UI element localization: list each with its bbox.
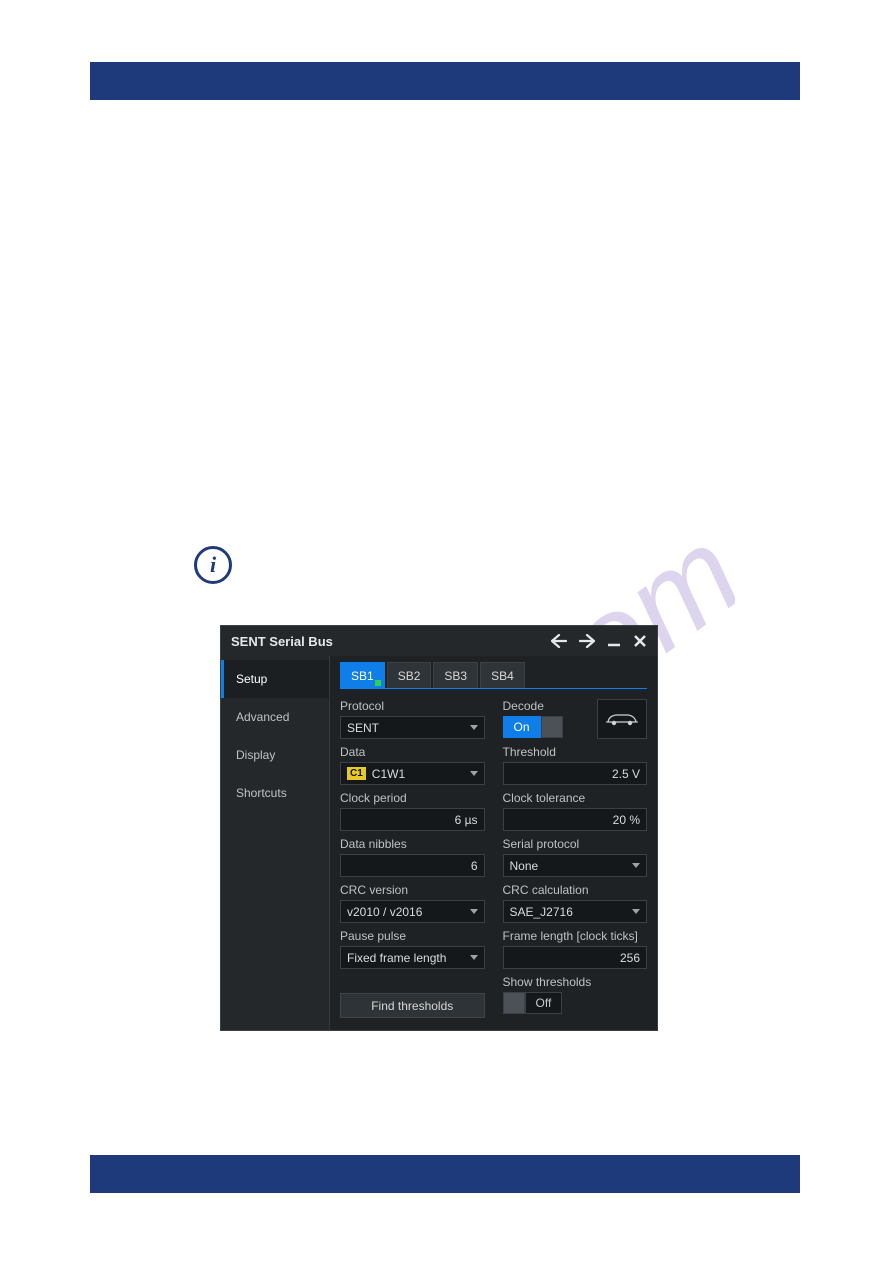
toggle-knob xyxy=(503,992,525,1014)
field-show-thresholds: Show thresholds Off xyxy=(503,975,648,1018)
dropdown-crc-calculation[interactable]: SAE_J2716 xyxy=(503,900,648,923)
input-value: 6 xyxy=(471,859,478,873)
input-value: 2.5 V xyxy=(612,767,640,781)
toggle-show-thresholds[interactable]: Off xyxy=(503,992,648,1014)
toggle-decode[interactable]: On xyxy=(503,716,563,738)
dropdown-value: v2010 / v2016 xyxy=(347,905,422,919)
channel-chip: C1 xyxy=(347,767,366,780)
dialog-sidenav: Setup Advanced Display Shortcuts xyxy=(221,656,329,1030)
dropdown-protocol[interactable]: SENT xyxy=(340,716,485,739)
tab-label: SB4 xyxy=(491,669,514,683)
back-icon[interactable] xyxy=(551,634,567,648)
tab-sb2[interactable]: SB2 xyxy=(387,662,432,688)
dropdown-data[interactable]: C1 C1W1 xyxy=(340,762,485,785)
sent-serial-bus-dialog: SENT Serial Bus Setup Advanced xyxy=(220,625,658,1031)
field-clock-period: Clock period 6 µs xyxy=(340,791,485,831)
dropdown-value: None xyxy=(510,859,539,873)
field-data: Data C1 C1W1 xyxy=(340,745,485,785)
sidenav-item-label: Advanced xyxy=(236,710,289,724)
field-protocol: Protocol SENT xyxy=(340,699,485,739)
toggle-decode-on: On xyxy=(503,716,541,738)
button-label: Find thresholds xyxy=(371,999,453,1013)
sidenav-item-label: Setup xyxy=(236,672,267,686)
dialog-titlebar: SENT Serial Bus xyxy=(221,626,657,656)
label-clock-period: Clock period xyxy=(340,791,485,805)
input-clock-tolerance[interactable]: 20 % xyxy=(503,808,648,831)
car-icon xyxy=(604,710,640,728)
dialog-content: SB1 SB2 SB3 SB4 Protocol SENT xyxy=(329,656,657,1030)
input-threshold[interactable]: 2.5 V xyxy=(503,762,648,785)
label-show-thresholds: Show thresholds xyxy=(503,975,648,989)
dropdown-value: Fixed frame length xyxy=(347,951,446,965)
tab-label: SB2 xyxy=(398,669,421,683)
field-find-thresholds: Find thresholds xyxy=(340,975,485,1018)
sidenav-item-shortcuts[interactable]: Shortcuts xyxy=(221,774,329,812)
page-header-bar xyxy=(90,62,800,100)
label-protocol: Protocol xyxy=(340,699,485,713)
dropdown-value: SAE_J2716 xyxy=(510,905,573,919)
sidenav-item-setup[interactable]: Setup xyxy=(221,660,329,698)
dropdown-serial-protocol[interactable]: None xyxy=(503,854,648,877)
dropdown-crc-version[interactable]: v2010 / v2016 xyxy=(340,900,485,923)
close-icon[interactable] xyxy=(633,634,647,648)
field-crc-calculation: CRC calculation SAE_J2716 xyxy=(503,883,648,923)
minimize-icon[interactable] xyxy=(607,634,621,648)
toggle-knob xyxy=(541,716,563,738)
protocol-category-icon[interactable] xyxy=(597,699,647,739)
input-value: 20 % xyxy=(613,813,640,827)
label-decode: Decode xyxy=(503,699,563,713)
chevron-down-icon xyxy=(470,771,478,776)
field-crc-version: CRC version v2010 / v2016 xyxy=(340,883,485,923)
label-frame-length: Frame length [clock ticks] xyxy=(503,929,648,943)
label-data-nibbles: Data nibbles xyxy=(340,837,485,851)
label-pause-pulse: Pause pulse xyxy=(340,929,485,943)
forward-icon[interactable] xyxy=(579,634,595,648)
sidenav-item-advanced[interactable]: Advanced xyxy=(221,698,329,736)
tab-sb4[interactable]: SB4 xyxy=(480,662,525,688)
tab-sb1[interactable]: SB1 xyxy=(340,662,385,688)
tab-label: SB3 xyxy=(444,669,467,683)
field-threshold: Threshold 2.5 V xyxy=(503,745,648,785)
dialog-title: SENT Serial Bus xyxy=(231,634,333,649)
dropdown-value: SENT xyxy=(347,721,379,735)
chevron-down-icon xyxy=(632,863,640,868)
titlebar-controls xyxy=(551,634,647,648)
toggle-off-label: Off xyxy=(525,992,563,1014)
bus-tabs: SB1 SB2 SB3 SB4 xyxy=(340,662,647,689)
tab-label: SB1 xyxy=(351,669,374,683)
chevron-down-icon xyxy=(470,725,478,730)
field-clock-tolerance: Clock tolerance 20 % xyxy=(503,791,648,831)
sidenav-item-display[interactable]: Display xyxy=(221,736,329,774)
info-icon: i xyxy=(194,546,232,584)
input-value: 256 xyxy=(620,951,640,965)
label-serial-protocol: Serial protocol xyxy=(503,837,648,851)
dropdown-pause-pulse[interactable]: Fixed frame length xyxy=(340,946,485,969)
chevron-down-icon xyxy=(470,955,478,960)
label-clock-tolerance: Clock tolerance xyxy=(503,791,648,805)
label-data: Data xyxy=(340,745,485,759)
label-crc-calculation: CRC calculation xyxy=(503,883,648,897)
field-frame-length: Frame length [clock ticks] 256 xyxy=(503,929,648,969)
tab-sb3[interactable]: SB3 xyxy=(433,662,478,688)
field-data-nibbles: Data nibbles 6 xyxy=(340,837,485,877)
sidenav-item-label: Display xyxy=(236,748,275,762)
dropdown-value: C1W1 xyxy=(372,767,405,781)
input-clock-period[interactable]: 6 µs xyxy=(340,808,485,831)
label-threshold: Threshold xyxy=(503,745,648,759)
chevron-down-icon xyxy=(470,909,478,914)
page-footer-bar xyxy=(90,1155,800,1193)
field-pause-pulse: Pause pulse Fixed frame length xyxy=(340,929,485,969)
info-icon-glyph: i xyxy=(194,546,232,584)
label-crc-version: CRC version xyxy=(340,883,485,897)
find-thresholds-button[interactable]: Find thresholds xyxy=(340,993,485,1018)
field-decode-row: Decode On xyxy=(503,699,648,739)
field-serial-protocol: Serial protocol None xyxy=(503,837,648,877)
input-value: 6 µs xyxy=(455,813,478,827)
input-data-nibbles[interactable]: 6 xyxy=(340,854,485,877)
sidenav-item-label: Shortcuts xyxy=(236,786,287,800)
chevron-down-icon xyxy=(632,909,640,914)
input-frame-length[interactable]: 256 xyxy=(503,946,648,969)
